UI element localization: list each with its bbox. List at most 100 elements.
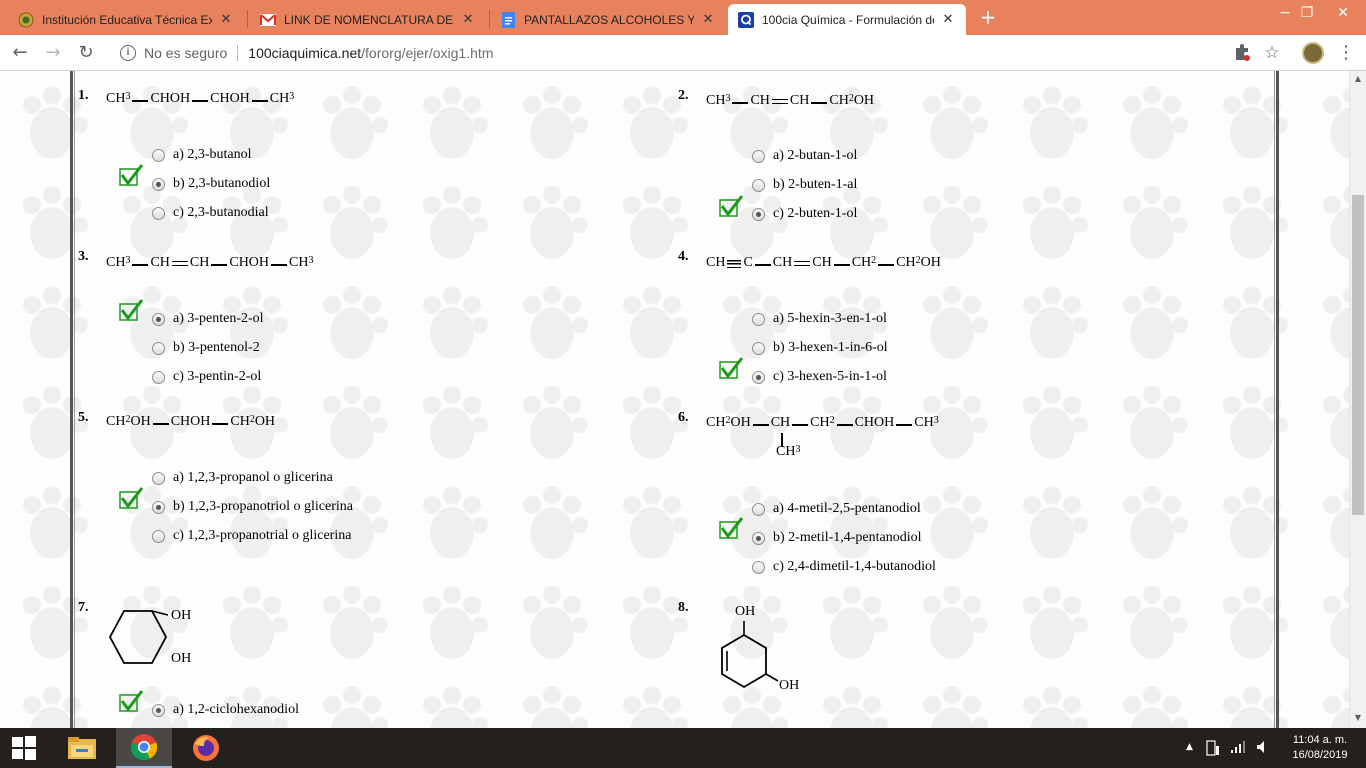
tray-expand-icon[interactable]: ▲ — [1186, 742, 1193, 752]
menu-icon[interactable]: ⋮ — [1336, 43, 1356, 63]
option-q1-c[interactable]: c) 2,3-butanodial — [152, 204, 269, 222]
back-button[interactable]: ← — [8, 41, 32, 65]
option-q3-b[interactable]: b) 3-pentenol-2 — [152, 339, 260, 357]
formula-group: CHOH — [229, 255, 270, 270]
file-explorer-icon[interactable] — [58, 728, 106, 768]
formula-subscript: 2 — [125, 414, 131, 425]
new-tab-button[interactable]: + — [976, 6, 1000, 30]
formula-q3: CH 3 CH CH CHOH CH 3 — [106, 255, 313, 271]
device-icon[interactable] — [1206, 740, 1220, 759]
radio-button-selected[interactable] — [752, 370, 765, 384]
radio-button[interactable] — [752, 502, 765, 516]
option-label: a) 2,3-butanol — [173, 147, 252, 162]
formula-group: CHOH — [210, 91, 250, 106]
formula-group: CH — [706, 415, 726, 430]
option-q4-a[interactable]: a) 5-hexin-3-en-1-ol — [752, 310, 887, 328]
network-signal-icon[interactable] — [1230, 740, 1246, 757]
question-number: 8. — [678, 600, 689, 615]
radio-button-selected[interactable] — [752, 207, 765, 221]
chrome-icon[interactable] — [116, 728, 172, 768]
radio-button[interactable] — [752, 178, 765, 192]
radio-button[interactable] — [752, 149, 765, 163]
radio-button[interactable] — [752, 341, 765, 355]
radio-button-selected[interactable] — [152, 500, 165, 514]
windows-start-icon[interactable] — [0, 728, 48, 768]
option-q4-b[interactable]: b) 3-hexen-1-in-6-ol — [752, 339, 888, 357]
radio-button[interactable] — [752, 560, 765, 574]
option-q5-c[interactable]: c) 1,2,3-propanotrial o glicerina — [152, 527, 351, 545]
option-label: c) 2,3-butanodial — [173, 205, 269, 220]
tab-100cia-quimica[interactable]: 100cia Química - Formulación de ✕ — [728, 4, 966, 35]
option-q6-a[interactable]: a) 4-metil-2,5-pentanodiol — [752, 500, 921, 518]
scroll-down-icon[interactable]: ▼ — [1353, 713, 1363, 722]
star-icon[interactable]: ☆ — [1262, 43, 1282, 63]
volume-icon[interactable] — [1256, 740, 1270, 757]
option-q2-a[interactable]: a) 2-butan-1-ol — [752, 147, 857, 165]
radio-button-selected[interactable] — [152, 312, 165, 326]
close-tab-icon[interactable]: ✕ — [218, 12, 234, 27]
formula-subscript: 2 — [829, 415, 835, 426]
option-q7-a[interactable]: a) 1,2-ciclohexanodiol — [152, 701, 299, 719]
option-q1-a[interactable]: a) 2,3-butanol — [152, 146, 252, 164]
radio-button[interactable] — [152, 206, 165, 220]
option-q3-c[interactable]: c) 3-pentin-2-ol — [152, 368, 261, 386]
formula-group: CH — [706, 255, 726, 270]
windows-taskbar: ▲ 11:04 a. m. 16/08/2019 — [0, 728, 1366, 768]
option-q3-a[interactable]: a) 3-penten-2-ol — [152, 310, 264, 328]
hydroxyl-label: OH — [735, 604, 756, 619]
formula-group: CHOH — [150, 91, 191, 106]
formula-group: CH — [789, 93, 810, 108]
radio-button[interactable] — [152, 529, 165, 543]
radio-button[interactable] — [152, 341, 165, 355]
scroll-up-icon[interactable]: ▲ — [1353, 74, 1363, 83]
option-q1-b[interactable]: b) 2,3-butanodiol — [152, 175, 270, 193]
info-icon[interactable]: i — [120, 45, 136, 61]
tab-pantallazos[interactable]: PANTALLAZOS ALCOHOLES Y FE ✕ — [490, 4, 726, 35]
question-number: 2. — [678, 88, 689, 103]
radio-button-selected[interactable] — [152, 177, 165, 191]
address-bar[interactable]: i No es seguro 100ciaquimica.net /fororg… — [110, 40, 1290, 66]
option-q4-c[interactable]: c) 3-hexen-5-in-1-ol — [752, 368, 887, 386]
tab-link-nomenclatura[interactable]: LINK DE NOMENCLATURA DE AL ✕ — [250, 4, 486, 35]
page-scrollbar[interactable]: ▲ ▼ — [1349, 71, 1366, 728]
option-q2-c[interactable]: c) 2-buten-1-ol — [752, 205, 857, 223]
formula-group: CH — [810, 415, 830, 430]
tab-institucion[interactable]: Institución Educativa Técnica Exa ✕ — [8, 4, 244, 35]
formula-group: CH — [289, 255, 309, 270]
scroll-thumb[interactable] — [1352, 195, 1364, 515]
radio-button[interactable] — [152, 471, 165, 485]
formula-group: CH — [189, 255, 210, 270]
radio-button[interactable] — [752, 312, 765, 326]
close-tab-icon[interactable]: ✕ — [940, 12, 956, 27]
page-content: 1. CH 3 CHOH CHOH CH 3 a) 2,3-butanol b) 2… — [0, 71, 1349, 728]
option-q5-b[interactable]: b) 1,2,3-propanotriol o glicerina — [152, 498, 353, 516]
option-q5-a[interactable]: a) 1,2,3-propanol o glicerina — [152, 469, 333, 487]
formula-group: CH — [829, 93, 849, 108]
formula-q6-branch: CH 3 — [776, 444, 800, 460]
option-q6-c[interactable]: c) 2,4-dimetil-1,4-butanodiol — [752, 558, 936, 576]
close-tab-icon[interactable]: ✕ — [460, 12, 476, 27]
option-label: a) 4-metil-2,5-pentanodiol — [773, 501, 921, 516]
puzzle-icon[interactable] — [1232, 43, 1252, 63]
close-window-button[interactable]: ✕ — [1320, 0, 1366, 30]
radio-button[interactable] — [152, 370, 165, 384]
radio-button-selected[interactable] — [152, 703, 165, 717]
formula-group: CH — [106, 414, 126, 429]
firefox-icon[interactable] — [182, 728, 230, 768]
reload-button[interactable]: ↻ — [74, 41, 98, 65]
formula-q1: CH 3 CHOH CHOH CH 3 — [106, 91, 294, 107]
system-clock[interactable]: 11:04 a. m. 16/08/2019 — [1282, 733, 1358, 763]
option-label: a) 3-penten-2-ol — [173, 311, 264, 326]
formula-q6: CH 2 OH CH CH 2 CHOH CH 3 — [706, 415, 939, 431]
option-q6-b[interactable]: b) 2-metil-1,4-pentanodiol — [752, 529, 922, 547]
question-number: 5. — [78, 410, 89, 425]
formula-group: CH — [851, 255, 872, 270]
formula-group: CH — [812, 255, 832, 270]
omnibox-divider — [237, 45, 239, 61]
close-tab-icon[interactable]: ✕ — [700, 12, 716, 27]
forward-button[interactable]: → — [41, 41, 65, 65]
radio-button[interactable] — [152, 148, 165, 162]
avatar[interactable] — [1302, 42, 1324, 64]
option-q2-b[interactable]: b) 2-buten-1-al — [752, 176, 857, 194]
radio-button-selected[interactable] — [752, 531, 765, 545]
